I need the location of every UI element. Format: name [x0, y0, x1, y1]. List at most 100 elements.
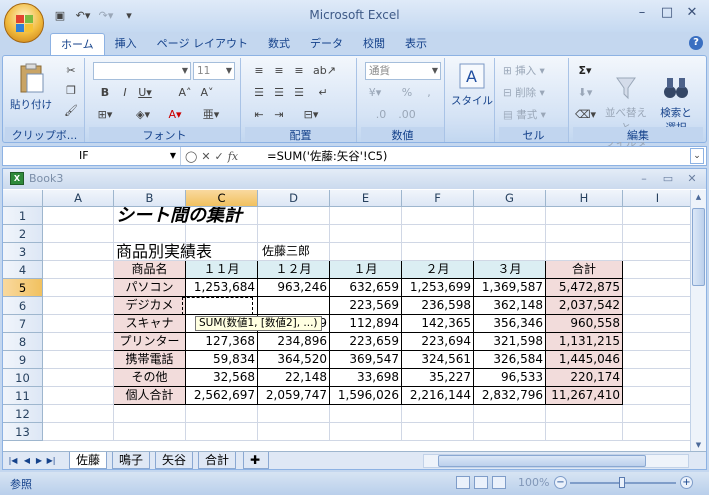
column-header-i[interactable]: I — [623, 190, 693, 207]
orientation-icon[interactable]: ab↗ — [313, 62, 336, 80]
value-cell[interactable]: 2,562,697 — [186, 387, 258, 405]
merge-center-icon[interactable]: ⊟▾ — [301, 106, 321, 124]
value-cell[interactable]: 1,253,684 — [186, 279, 258, 297]
value-cell[interactable]: 59,834 — [186, 351, 258, 369]
enter-icon[interactable]: ✓ — [215, 150, 224, 163]
table-header-cell[interactable]: 合計 — [546, 261, 623, 279]
decrease-decimal-icon[interactable]: .00 — [397, 106, 417, 124]
format-painter-icon[interactable]: 🖌 — [61, 102, 81, 120]
grid-cell[interactable] — [43, 315, 114, 333]
scroll-down-icon[interactable]: ▼ — [692, 438, 705, 452]
grid-cell[interactable] — [114, 225, 186, 243]
value-cell[interactable]: 35,227 — [402, 369, 474, 387]
number-format-combo[interactable]: 通貨 ▼ — [365, 62, 441, 80]
grid-cell[interactable] — [258, 225, 330, 243]
grid-cell[interactable] — [623, 315, 693, 333]
last-sheet-icon[interactable]: ▶| — [45, 454, 57, 467]
row-header-4[interactable]: 4 — [3, 261, 43, 279]
table-header-cell[interactable]: １１月 — [186, 261, 258, 279]
grid-cell[interactable] — [43, 225, 114, 243]
grid-cell[interactable] — [43, 243, 114, 261]
grid-cell[interactable] — [623, 333, 693, 351]
value-cell[interactable]: 2,037,542 — [546, 297, 623, 315]
tab-home[interactable]: ホーム — [50, 33, 105, 55]
table-header-cell[interactable]: １月 — [330, 261, 402, 279]
grid-cell[interactable] — [546, 243, 623, 261]
value-cell[interactable]: 960,558 — [546, 315, 623, 333]
value-cell[interactable]: 223,569 — [330, 297, 402, 315]
bold-icon[interactable]: B — [95, 84, 115, 102]
horizontal-scroll-thumb[interactable] — [438, 455, 646, 467]
align-right-icon[interactable]: ☰ — [289, 84, 309, 102]
fill-color-icon[interactable]: ◈▾ — [133, 106, 153, 124]
column-header-e[interactable]: E — [330, 190, 402, 207]
grid-cell[interactable] — [330, 423, 402, 441]
close-icon[interactable]: ✕ — [680, 3, 704, 23]
row-header-5[interactable]: 5 — [3, 279, 43, 297]
grid-cell[interactable] — [474, 225, 546, 243]
increase-indent-icon[interactable]: ⇥ — [269, 106, 289, 124]
paste-button[interactable]: 貼り付け — [9, 62, 53, 112]
tab-review[interactable]: 校閲 — [353, 33, 395, 55]
sheet-tab-naruko[interactable]: 鳴子 — [112, 452, 151, 469]
value-cell[interactable]: 142,365 — [402, 315, 474, 333]
product-name-cell[interactable]: 個人合計 — [114, 387, 186, 405]
value-cell[interactable]: 632,659 — [330, 279, 402, 297]
zoom-out-icon[interactable]: − — [554, 476, 567, 489]
wb-minimize-icon[interactable]: – — [635, 171, 653, 187]
prev-sheet-icon[interactable]: ◀ — [21, 454, 33, 467]
grid-cell[interactable] — [474, 423, 546, 441]
value-cell[interactable]: 33,698 — [330, 369, 402, 387]
grid-cell[interactable] — [43, 423, 114, 441]
value-cell[interactable]: 223,659 — [330, 333, 402, 351]
row-header-3[interactable]: 3 — [3, 243, 43, 261]
grid-cell[interactable] — [474, 405, 546, 423]
insert-sheet-icon[interactable]: ✚ — [243, 452, 269, 469]
cancel-icon[interactable]: ✕ — [201, 150, 210, 163]
font-color-icon[interactable]: A▾ — [165, 106, 185, 124]
value-cell[interactable]: 234,896 — [258, 333, 330, 351]
grid-cell[interactable] — [623, 207, 693, 225]
value-cell[interactable]: 362,148 — [474, 297, 546, 315]
row-header-8[interactable]: 8 — [3, 333, 43, 351]
value-cell[interactable]: 369,547 — [330, 351, 402, 369]
grid-cell[interactable] — [402, 243, 474, 261]
column-header-g[interactable]: G — [474, 190, 546, 207]
row-header-7[interactable]: 7 — [3, 315, 43, 333]
product-name-cell[interactable]: デジカメ — [114, 297, 186, 315]
product-name-cell[interactable]: プリンター — [114, 333, 186, 351]
name-box[interactable]: IF ▼ — [3, 147, 181, 165]
next-sheet-icon[interactable]: ▶ — [33, 454, 45, 467]
row-header-1[interactable]: 1 — [3, 207, 43, 225]
value-cell[interactable]: 356,346 — [474, 315, 546, 333]
value-cell[interactable]: 32,568 — [186, 369, 258, 387]
grid-cell[interactable] — [546, 225, 623, 243]
phonetic-icon[interactable]: 亜▾ — [201, 106, 221, 124]
grid-cell[interactable] — [623, 369, 693, 387]
grid-cell[interactable] — [43, 387, 114, 405]
page-break-view-icon[interactable] — [492, 476, 506, 489]
decrease-indent-icon[interactable]: ⇤ — [249, 106, 269, 124]
value-cell[interactable]: 236,598 — [402, 297, 474, 315]
grid-cell[interactable] — [186, 225, 258, 243]
value-cell[interactable]: 324,561 — [402, 351, 474, 369]
row-header-2[interactable]: 2 — [3, 225, 43, 243]
percent-icon[interactable]: % — [397, 84, 417, 102]
fill-icon[interactable]: ⬇▾ — [575, 84, 595, 102]
normal-view-icon[interactable] — [456, 476, 470, 489]
underline-icon[interactable]: U▾ — [135, 84, 155, 102]
align-bottom-icon[interactable]: ≡ — [289, 62, 309, 80]
grid-cell[interactable] — [546, 207, 623, 225]
row-header-10[interactable]: 10 — [3, 369, 43, 387]
grid-cell[interactable] — [623, 351, 693, 369]
grid-cell[interactable] — [43, 261, 114, 279]
grid-cell[interactable] — [546, 405, 623, 423]
currency-icon[interactable]: ¥▾ — [365, 84, 385, 102]
italic-icon[interactable]: I — [115, 84, 135, 102]
font-size-combo[interactable]: 11 ▼ — [193, 62, 235, 80]
value-cell[interactable]: 321,598 — [474, 333, 546, 351]
value-cell[interactable]: 364,520 — [258, 351, 330, 369]
table-header-cell[interactable]: ３月 — [474, 261, 546, 279]
format-cells-button[interactable]: ▤ 書式 ▾ — [503, 106, 546, 124]
grid-cell[interactable] — [623, 279, 693, 297]
